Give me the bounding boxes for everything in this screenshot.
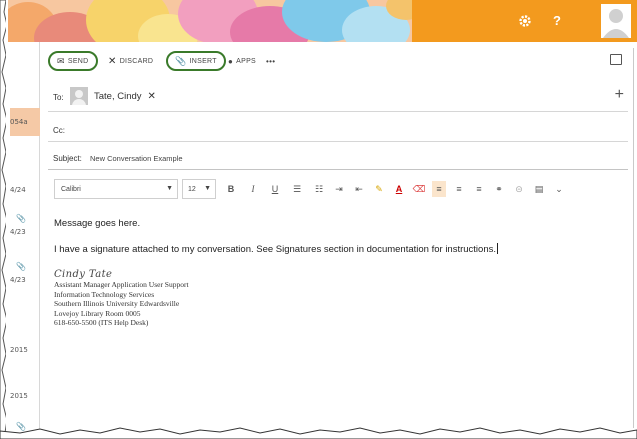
numbered-list-icon[interactable]: ☷: [312, 181, 326, 197]
rail-item-5[interactable]: 2015: [10, 346, 28, 355]
italic-button[interactable]: I: [246, 181, 260, 197]
align-left-icon[interactable]: ≡: [432, 181, 446, 197]
remove-recipient-icon[interactable]: ✕: [148, 91, 156, 102]
insert-button[interactable]: 📎 INSERT: [166, 51, 226, 71]
apps-button[interactable]: ● APPS: [228, 51, 256, 71]
user-avatar[interactable]: [601, 4, 631, 38]
body-line-2: I have a signature attached to my conver…: [54, 243, 624, 255]
recipient-avatar: [70, 87, 88, 105]
font-size-select[interactable]: 12 ▼: [182, 179, 216, 199]
compose-right-border: [633, 48, 634, 428]
font-color-button[interactable]: A: [392, 181, 406, 197]
recipient-name: Tate, Cindy: [94, 90, 142, 102]
discard-label: DISCARD: [119, 57, 154, 65]
subject-field-row[interactable]: Subject: New Conversation Example: [48, 142, 628, 170]
rail-item-1[interactable]: 054a: [10, 118, 28, 127]
remove-link-icon[interactable]: ⊝: [512, 181, 526, 197]
font-size-value: 12: [188, 186, 196, 193]
bullet-list-icon[interactable]: ☰: [290, 181, 304, 197]
send-icon: ✉: [57, 55, 65, 66]
rail-item-3[interactable]: 4/23: [10, 228, 26, 237]
add-recipient-button[interactable]: +: [615, 86, 624, 104]
chevron-down-icon: ▼: [204, 185, 211, 192]
formatting-toolbar: Calibri ▼ 12 ▼ B I U ☰ ☷ ⇥ ⇤ ✎ A ⌫ ≡ ≡ ≡…: [48, 175, 628, 201]
subject-label: Subject:: [53, 154, 82, 163]
subject-input[interactable]: New Conversation Example: [90, 154, 183, 163]
message-body-editor[interactable]: Message goes here. I have a signature at…: [54, 218, 624, 328]
clear-formatting-icon[interactable]: ⌫: [412, 181, 426, 197]
cc-field-row[interactable]: Cc:: [48, 112, 628, 142]
signature-line-3: Southern Illinois University Edwardsvill…: [54, 299, 180, 308]
send-button[interactable]: ✉ SEND: [48, 51, 98, 71]
compose-toolbar: ✉ SEND ✕ DISCARD 📎 INSERT ● APPS •••: [48, 48, 628, 72]
to-label: To:: [53, 93, 64, 102]
body-line-1: Message goes here.: [54, 218, 141, 229]
rail-item-4[interactable]: 4/23: [10, 276, 26, 285]
signature-line-2: Information Technology Services: [54, 289, 155, 299]
more-options-button[interactable]: •••: [266, 51, 275, 71]
outdent-icon[interactable]: ⇤: [352, 181, 366, 197]
recipient-chip[interactable]: Tate, Cindy ✕: [70, 87, 156, 105]
help-button[interactable]: ?: [544, 8, 570, 34]
discard-button[interactable]: ✕ DISCARD: [108, 51, 153, 71]
bold-button[interactable]: B: [224, 181, 238, 197]
align-right-icon[interactable]: ≡: [472, 181, 486, 197]
cc-label: Cc:: [53, 126, 65, 135]
send-label: SEND: [67, 57, 89, 65]
indent-icon[interactable]: ⇥: [332, 181, 346, 197]
chevron-down-icon: ▼: [166, 185, 173, 192]
align-center-icon[interactable]: ≡: [452, 181, 466, 197]
settings-gear-button[interactable]: [512, 8, 538, 34]
text-cursor: [497, 243, 499, 254]
user-silhouette-icon: [601, 4, 631, 38]
signature-line-1: Assistant Manager Application User Suppo…: [54, 280, 189, 289]
highlight-icon[interactable]: ✎: [372, 181, 386, 197]
font-family-select[interactable]: Calibri ▼: [54, 179, 178, 199]
signature-line-5: 618-650-5500 (ITS Help Desk): [54, 318, 149, 327]
insert-label: INSERT: [189, 57, 217, 65]
underline-button[interactable]: U: [268, 181, 282, 197]
rail-item-2[interactable]: 4/24: [10, 186, 26, 195]
to-field-row[interactable]: To: Tate, Cindy ✕ +: [48, 84, 628, 112]
insert-link-icon[interactable]: ⚭: [492, 181, 506, 197]
paperclip-icon: 📎: [175, 55, 187, 66]
attachment-icon: 📎: [16, 262, 26, 271]
insert-table-icon[interactable]: ▤: [532, 181, 546, 197]
close-icon: ✕: [108, 55, 117, 67]
font-family-value: Calibri: [61, 186, 81, 193]
signature-line-4: Lovejoy Library Room 0005: [54, 308, 141, 318]
body-line-2-text: I have a signature attached to my conver…: [54, 244, 497, 255]
more-formatting-icon[interactable]: ⌄: [552, 181, 566, 197]
rail-item-6[interactable]: 2015: [10, 392, 28, 401]
apps-label: APPS: [236, 57, 257, 65]
torn-edge-bottom: [0, 427, 637, 439]
header-banner: ?: [8, 0, 637, 42]
banner-toolbar-area: ?: [412, 0, 637, 42]
apps-icon: ●: [228, 56, 234, 66]
signature-name: Cindy Tate: [54, 269, 113, 280]
message-list-rail: 054a 4/24 📎 4/23 📎 4/23 2015 2015 📎: [6, 0, 40, 439]
gear-icon: [519, 15, 531, 27]
attachment-icon: 📎: [16, 214, 26, 223]
popout-icon[interactable]: [610, 54, 622, 65]
